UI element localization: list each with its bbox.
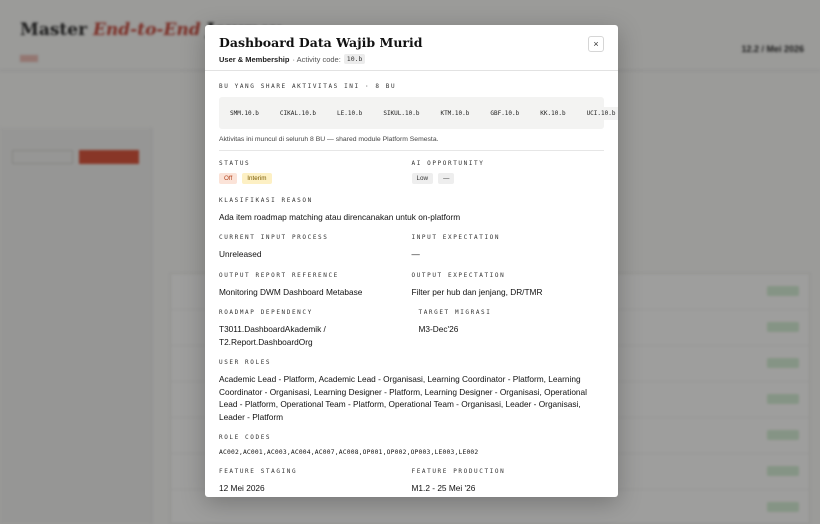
activity-code-tag: 10.b: [343, 54, 366, 64]
current-input-value: Unreleased: [219, 249, 262, 260]
roadmap-label: ROADMAP DEPENDENCY: [219, 309, 313, 317]
bu-code-chip: LE.10.b: [330, 106, 370, 120]
close-button[interactable]: ×: [588, 36, 604, 52]
ai-opportunity-label: AI OPPORTUNITY: [411, 160, 485, 167]
ai-opportunity-extra-badge: —: [438, 173, 455, 184]
feature-staging-value: 12 Mei 2026: [219, 483, 265, 494]
klasifikasi-section: KLASIFIKASI REASON Ada item roadmap matc…: [219, 197, 604, 223]
activity-code-label: · Activity code:: [292, 54, 341, 64]
feature-staging-label: FEATURE STAGING: [219, 468, 298, 476]
roadmap-value: T3011.DashboardAkademik / T2.Report.Dash…: [219, 324, 326, 347]
output-expectation-label: OUTPUT EXPECTATION: [411, 271, 506, 279]
category-label: User & Membership: [219, 54, 290, 64]
feature-production-label: FEATURE PRODUCTION: [411, 468, 506, 476]
modal-meta: User & Membership · Activity code: 10.b: [219, 54, 604, 64]
bu-code-chip: SMM.10.b: [223, 106, 266, 120]
bu-code-list: SMM.10.b CIKAL.10.b LE.10.b SIKUL.10.b K…: [219, 97, 618, 129]
activity-detail-modal: Dashboard Data Wajib Murid User & Member…: [205, 25, 618, 497]
input-expectation-value: —: [411, 249, 420, 260]
feature-production-value: M1.2 - 25 Mei '26: [411, 483, 476, 494]
role-codes-value: AC002,AC001,AC003,AC004,AC007,AC008,OP00…: [219, 448, 479, 456]
status-label: STATUS: [219, 160, 251, 167]
bu-code-chip: KK.10.b: [533, 106, 573, 120]
user-roles-label: USER ROLES: [219, 359, 272, 367]
bu-code-chip: KTM.10.b: [433, 106, 477, 120]
status-badge-off: Off: [219, 173, 238, 184]
target-migrasi-label: TARGET MIGRASI: [418, 309, 492, 317]
modal-title: Dashboard Data Wajib Murid: [219, 35, 423, 50]
output-report-value: Monitoring DWM Dashboard Metabase: [219, 286, 363, 297]
output-report-label: OUTPUT REPORT REFERENCE: [219, 271, 339, 279]
user-roles-value: Academic Lead - Platform, Academic Lead …: [219, 374, 588, 422]
target-migrasi-value: M3-Dec'26: [418, 324, 459, 335]
roadmap-row: ROADMAP DEPENDENCY T3011.DashboardAkadem…: [219, 309, 604, 348]
close-icon: ×: [593, 39, 599, 49]
status-row: STATUS Off Interim AI OPPORTUNITY Low —: [219, 160, 604, 184]
role-codes-section: ROLE CODES AC002,AC001,AC003,AC004,AC007…: [219, 434, 604, 457]
current-input-label: CURRENT INPUT PROCESS: [219, 234, 329, 242]
output-row: OUTPUT REPORT REFERENCE Monitoring DWM D…: [219, 272, 604, 298]
output-expectation-value: Filter per hub dan jenjang, DR/TMR: [411, 286, 543, 297]
input-expectation-label: INPUT EXPECTATION: [411, 234, 501, 242]
feature-row: FEATURE STAGING 12 Mei 2026 FEATURE PROD…: [219, 468, 604, 494]
bu-section-label: BU YANG SHARE AKTIVITAS INI · 8 BU: [219, 83, 397, 90]
ai-opportunity-badge: Low: [411, 173, 434, 184]
bu-code-chip: GBF.10.b: [483, 106, 527, 120]
role-codes-label: ROLE CODES: [219, 433, 272, 441]
bu-note: Aktivitas ini muncul di seluruh 8 BU — s…: [219, 136, 439, 143]
status-badge-interim: Interim: [242, 173, 272, 184]
klasifikasi-value: Ada item roadmap matching atau direncana…: [219, 212, 461, 222]
input-row: CURRENT INPUT PROCESS Unreleased INPUT E…: [219, 234, 604, 260]
bu-code-chip: UCI.10.b: [579, 106, 618, 120]
klasifikasi-label: KLASIFIKASI REASON: [219, 197, 313, 204]
bu-code-chip: SIKUL.10.b: [376, 106, 427, 120]
bu-code-chip: CIKAL.10.b: [272, 106, 324, 120]
modal-header: Dashboard Data Wajib Murid User & Member…: [205, 25, 618, 71]
user-roles-section: USER ROLES Academic Lead - Platform, Aca…: [219, 359, 604, 423]
modal-body: BU YANG SHARE AKTIVITAS INI · 8 BU SMM.1…: [205, 71, 618, 497]
section-divider: [219, 150, 604, 151]
